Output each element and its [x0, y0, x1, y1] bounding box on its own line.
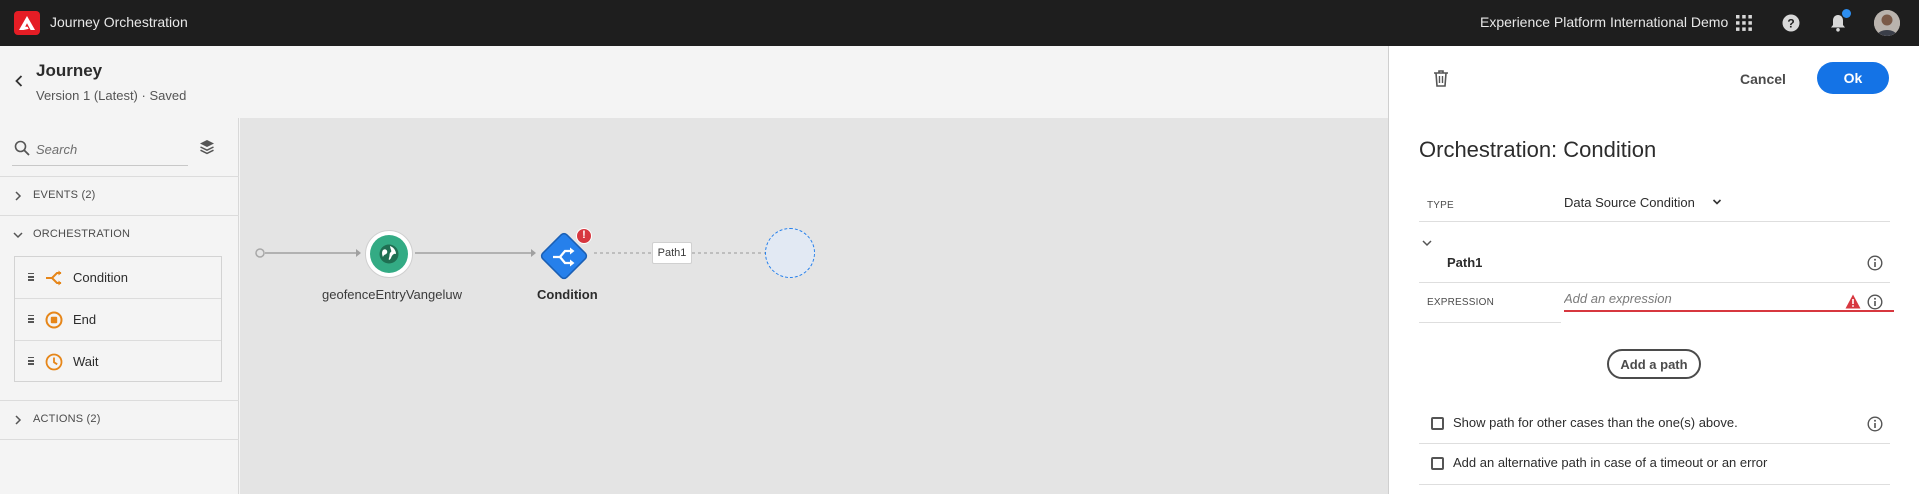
- ok-button[interactable]: Ok: [1817, 62, 1889, 94]
- app-title[interactable]: Journey Orchestration: [50, 14, 188, 30]
- section-events-label: EVENTS (2): [33, 189, 96, 201]
- divider: [1419, 443, 1890, 444]
- other-cases-checkbox[interactable]: [1431, 417, 1444, 430]
- divider: [1419, 282, 1890, 283]
- info-icon[interactable]: [1867, 416, 1883, 432]
- chevron-right-icon: [15, 191, 22, 201]
- chevron-down-icon[interactable]: [1421, 237, 1433, 249]
- activity-palette-sidebar: EVENTS (2) ORCHESTRATION Condition End: [0, 118, 239, 494]
- help-icon[interactable]: ?: [1780, 12, 1802, 34]
- chevron-down-icon: [13, 232, 23, 239]
- drag-handle-icon: [28, 273, 34, 281]
- journey-header: Journey Version 1 (Latest) · Saved: [0, 46, 1388, 118]
- journey-canvas[interactable]: geofenceEntryVangeluw ! Condition Path1: [240, 118, 1388, 494]
- palette-item-label: Wait: [73, 354, 99, 369]
- divider: [1419, 484, 1890, 485]
- canvas-connections: [255, 248, 765, 258]
- svg-text:?: ?: [1787, 17, 1794, 31]
- trash-icon[interactable]: [1431, 68, 1451, 88]
- journey-title[interactable]: Journey: [36, 61, 102, 81]
- cancel-button[interactable]: Cancel: [1733, 64, 1793, 94]
- activity-properties-panel: Cancel Ok Orchestration: Condition TYPE …: [1388, 46, 1919, 494]
- divider: [0, 176, 239, 177]
- apps-grid-icon[interactable]: [1733, 12, 1755, 34]
- add-path-button[interactable]: Add a path: [1607, 349, 1701, 379]
- section-actions-label: ACTIONS (2): [33, 413, 101, 425]
- layers-icon[interactable]: [198, 138, 216, 156]
- path-tag[interactable]: Path1: [652, 242, 692, 264]
- path-name[interactable]: Path1: [1447, 255, 1482, 270]
- section-actions[interactable]: ACTIONS (2): [0, 407, 239, 433]
- condition-node[interactable]: !: [536, 228, 592, 284]
- drag-handle-icon: [28, 357, 34, 365]
- other-cases-checkbox-label: Show path for other cases than the one(s…: [1453, 415, 1738, 430]
- search-icon: [14, 140, 30, 156]
- start-node[interactable]: [255, 248, 265, 258]
- clock-icon: [45, 353, 63, 371]
- chevron-down-icon: [1712, 199, 1722, 205]
- bell-icon[interactable]: [1827, 9, 1851, 34]
- info-icon[interactable]: [1867, 255, 1883, 271]
- error-badge-icon: !: [576, 228, 592, 244]
- divider: [0, 400, 239, 401]
- journey-version-status: Version 1 (Latest) · Saved: [36, 88, 187, 103]
- palette-item-condition[interactable]: Condition: [15, 257, 221, 299]
- palette-item-end[interactable]: End: [15, 299, 221, 341]
- avatar[interactable]: [1874, 10, 1900, 36]
- condition-icon: [46, 270, 62, 286]
- palette-item-label: Condition: [73, 270, 128, 285]
- condition-node-label: Condition: [537, 287, 598, 302]
- section-events[interactable]: EVENTS (2): [0, 183, 239, 209]
- type-label: TYPE: [1427, 200, 1454, 211]
- condition-type-value: Data Source Condition: [1564, 195, 1695, 210]
- arrow-icon: [356, 249, 361, 257]
- end-icon: [45, 311, 63, 329]
- orchestration-palette: Condition End Wait: [14, 256, 222, 382]
- adobe-logo[interactable]: [14, 11, 40, 35]
- notification-badge: [1842, 9, 1851, 18]
- divider: [1419, 221, 1890, 222]
- event-node[interactable]: [365, 230, 413, 278]
- section-orchestration-label: ORCHESTRATION: [33, 228, 131, 240]
- palette-item-label: End: [73, 312, 97, 327]
- globe-icon: [370, 235, 408, 273]
- drag-handle-icon: [28, 315, 34, 323]
- divider: [0, 215, 239, 216]
- timeout-checkbox-row[interactable]: Add an alternative path in case of a tim…: [1431, 453, 1891, 473]
- event-node-label: geofenceEntryVangeluw: [322, 287, 462, 302]
- expression-label: EXPRESSION: [1427, 297, 1495, 308]
- condition-type-select[interactable]: Data Source Condition: [1564, 194, 1724, 218]
- divider: [1419, 322, 1561, 323]
- search-field: [12, 134, 188, 166]
- panel-title: Orchestration: Condition: [1419, 137, 1657, 162]
- timeout-checkbox[interactable]: [1431, 457, 1444, 470]
- top-bar: Journey Orchestration Experience Platfor…: [0, 0, 1919, 46]
- divider: [0, 439, 239, 440]
- back-arrow-icon[interactable]: [10, 72, 28, 90]
- info-icon[interactable]: [1867, 294, 1883, 310]
- alert-icon: [1845, 294, 1861, 309]
- palette-item-wait[interactable]: Wait: [15, 341, 221, 383]
- timeout-checkbox-label: Add an alternative path in case of a tim…: [1453, 455, 1768, 470]
- section-orchestration[interactable]: ORCHESTRATION: [0, 222, 239, 248]
- org-switcher[interactable]: Experience Platform International Demo: [1480, 14, 1728, 30]
- search-input[interactable]: [36, 138, 186, 160]
- chevron-right-icon: [15, 415, 22, 425]
- other-cases-checkbox-row[interactable]: Show path for other cases than the one(s…: [1431, 413, 1891, 433]
- empty-drop-node[interactable]: [765, 228, 815, 278]
